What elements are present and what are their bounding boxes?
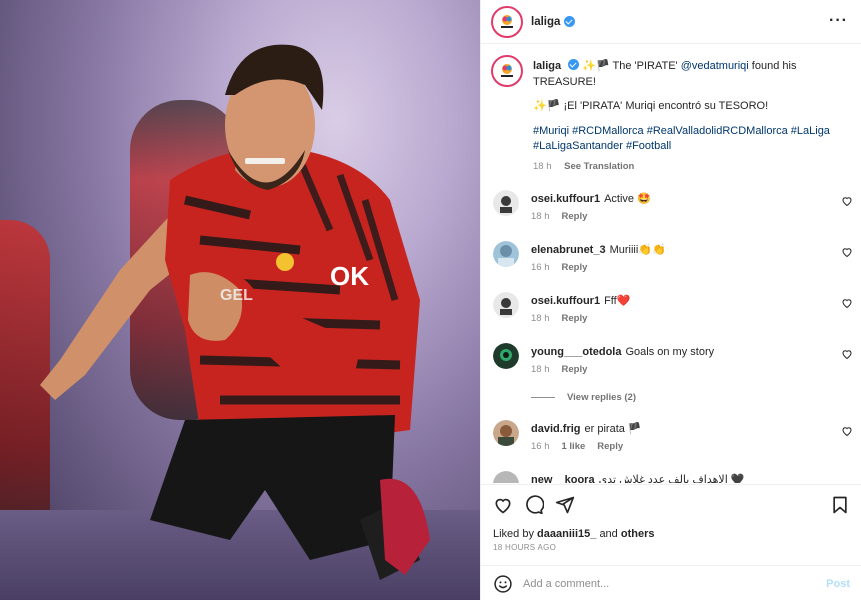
reply-button[interactable]: Reply: [562, 211, 588, 222]
reply-button[interactable]: Reply: [562, 313, 588, 324]
comments-scroll-area[interactable]: laliga ✨🏴 The 'PIRATE' @vedatmuriqi foun…: [481, 45, 861, 483]
caption-avatar[interactable]: [491, 55, 523, 87]
commenter-avatar[interactable]: [493, 420, 519, 446]
comment-time: 18 h: [531, 364, 550, 375]
comment-time: 18 h: [531, 313, 550, 324]
laliga-logo-icon: [495, 59, 519, 83]
comment-username[interactable]: osei.kuffour1: [531, 295, 600, 307]
view-replies-button[interactable]: View replies (2): [531, 392, 636, 403]
commenter-avatar[interactable]: [493, 241, 519, 267]
like-comment-heart-icon[interactable]: [841, 425, 853, 437]
comment-text: Active 🤩: [604, 193, 651, 205]
comment-item: david.frig er pirata 🏴 16 h 1 like Reply: [493, 420, 853, 464]
emoji-smiley-icon[interactable]: [493, 574, 513, 594]
post-header: laliga ···: [481, 0, 861, 44]
comment-time: 16 h: [531, 441, 550, 452]
comment-text: er pirata 🏴: [584, 423, 642, 435]
laliga-logo-icon: [495, 9, 519, 34]
like-comment-heart-icon[interactable]: [841, 297, 853, 309]
caption-emoji-2: ✨🏴: [533, 100, 561, 112]
like-comment-heart-icon[interactable]: [841, 246, 853, 258]
comment-username[interactable]: new__koora: [531, 474, 595, 483]
reply-button[interactable]: Reply: [597, 441, 623, 452]
caption-line1: The 'PIRATE': [612, 60, 678, 72]
commenter-avatar[interactable]: [493, 292, 519, 318]
caption-username[interactable]: laliga: [533, 60, 561, 72]
svg-text:OK: OK: [330, 261, 369, 291]
hashtags-1[interactable]: #Muriqi #RCDMallorca #RealValladolidRCDM…: [533, 124, 833, 140]
hashtags-2[interactable]: #LaLigaSantander #Football: [533, 139, 833, 155]
like-comment-heart-icon[interactable]: [841, 348, 853, 360]
see-translation-link[interactable]: See Translation: [564, 161, 634, 172]
verified-badge-icon: [564, 16, 576, 27]
like-comment-heart-icon[interactable]: [841, 195, 853, 207]
comment-item: osei.kuffour1 Fff❤️ 18 h Reply: [493, 292, 853, 336]
like-heart-icon[interactable]: [493, 495, 513, 515]
comment-username[interactable]: osei.kuffour1: [531, 193, 600, 205]
comment-bubble-icon[interactable]: [524, 495, 544, 515]
comment-time: 16 h: [531, 262, 550, 273]
comment-username[interactable]: elenabrunet_3: [531, 244, 606, 256]
reply-button[interactable]: Reply: [562, 262, 588, 273]
comment-username[interactable]: david.frig: [531, 423, 581, 435]
comment-text: Muriiii👏👏: [609, 244, 666, 256]
comment-text: الاهداف بالف عدد غلاش تدي 🖤: [598, 474, 745, 483]
likes-summary: Liked by daaaniii15_ and others: [493, 528, 654, 540]
add-comment-bar: Post: [481, 565, 861, 600]
verified-badge-icon: [568, 59, 580, 70]
more-options-icon[interactable]: ···: [829, 12, 848, 30]
caption-text: laliga ✨🏴 The 'PIRATE' @vedatmuriqi foun…: [533, 59, 833, 174]
comment-text: Goals on my story: [625, 346, 715, 358]
comment-username[interactable]: young___otedola: [531, 346, 621, 358]
comment-item: osei.kuffour1 Active 🤩 18 h Reply: [493, 190, 853, 234]
likes-prefix: Liked by: [493, 528, 534, 540]
reply-button[interactable]: Reply: [562, 364, 588, 375]
mention-link[interactable]: @vedatmuriqi: [681, 60, 749, 72]
comment-likes[interactable]: 1 like: [562, 441, 586, 452]
comment-input[interactable]: [523, 577, 803, 590]
header-username[interactable]: laliga: [531, 16, 560, 28]
post-comment-button[interactable]: Post: [826, 578, 850, 590]
commenter-avatar[interactable]: [493, 343, 519, 369]
caption-emoji: ✨🏴: [582, 60, 610, 72]
comment-item: elenabrunet_3 Muriiii👏👏 16 h Reply: [493, 241, 853, 285]
likes-mid: and: [599, 528, 618, 540]
save-bookmark-icon[interactable]: [830, 495, 850, 515]
view-replies-label: View replies (2): [567, 392, 636, 403]
comment-item: young___otedola Goals on my story 18 h Rep…: [493, 343, 853, 387]
svg-text:GEL: GEL: [220, 287, 253, 304]
post-time-ago: 18 HOURS AGO: [493, 543, 557, 552]
comment-time: 18 h: [531, 211, 550, 222]
caption-line2: ¡El 'PIRATA' Muriqi encontró su TESORO!: [563, 100, 769, 112]
profile-avatar[interactable]: [491, 5, 523, 38]
commenter-avatar[interactable]: [493, 190, 519, 216]
share-send-icon[interactable]: [555, 495, 575, 515]
liked-by-user[interactable]: daaaniii15_: [537, 528, 596, 540]
likes-others-link[interactable]: others: [621, 528, 655, 540]
post-image[interactable]: OK GEL: [0, 0, 480, 600]
post-sidebar: laliga ··· laliga ✨🏴 The 'PIRATE' @vedat…: [480, 0, 861, 600]
caption-time: 18 h: [533, 160, 552, 172]
celebrating-player: OK GEL: [40, 44, 430, 580]
comment-text: Fff❤️: [604, 295, 631, 307]
comment-item: new__koora الاهداف بالف عدد غلاش تدي 🖤: [493, 471, 853, 483]
commenter-avatar[interactable]: [493, 471, 519, 483]
post-actions: Liked by daaaniii15_ and others 18 HOURS…: [481, 484, 861, 600]
view-replies-divider: [531, 397, 555, 398]
